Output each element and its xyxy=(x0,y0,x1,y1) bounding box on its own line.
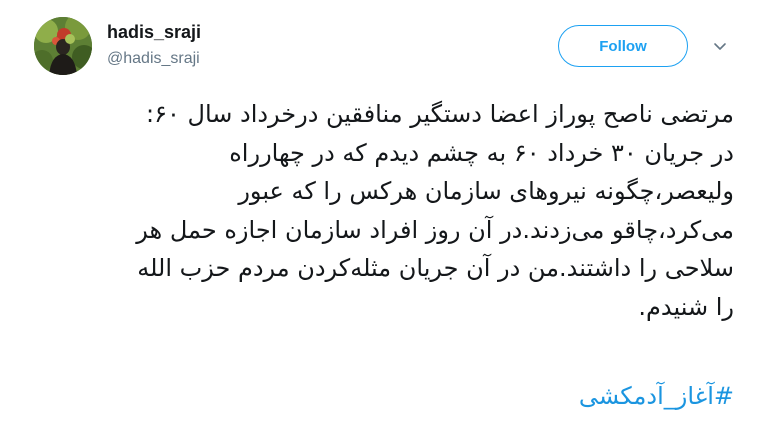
tweet-text: مرتضی ناصح پوراز اعضا دستگیر منافقین درخ… xyxy=(30,95,734,326)
hashtag-link[interactable]: #آغاز_آدمکشی xyxy=(30,377,734,415)
tweet-line: را شنیدم. xyxy=(638,292,734,321)
display-name[interactable]: hadis_sraji xyxy=(107,22,201,43)
profile-photo-icon xyxy=(34,17,92,75)
tweet-line: می‌کرد،چاقو می‌زدند.در آن روز افراد سازم… xyxy=(136,215,734,244)
follow-button[interactable]: Follow xyxy=(558,25,688,67)
user-handle[interactable]: @hadis_sraji xyxy=(107,50,200,68)
tweet-line: سلاحی را داشتند.من در آن جریان مثله‌کردن… xyxy=(137,254,734,282)
chevron-down-icon[interactable] xyxy=(712,38,728,54)
tweet-header: hadis_sraji @hadis_sraji Follow xyxy=(0,0,772,90)
tweet-line: ولیعصر،چگونه نیروهای سازمان هرکس را که ع… xyxy=(238,177,734,205)
tweet-line: در جریان ۳۰ خرداد ۶۰ به چشم دیدم که در چ… xyxy=(229,138,734,167)
avatar[interactable] xyxy=(34,17,92,75)
tweet-line: مرتضی ناصح پوراز اعضا دستگیر منافقین درخ… xyxy=(146,100,734,128)
